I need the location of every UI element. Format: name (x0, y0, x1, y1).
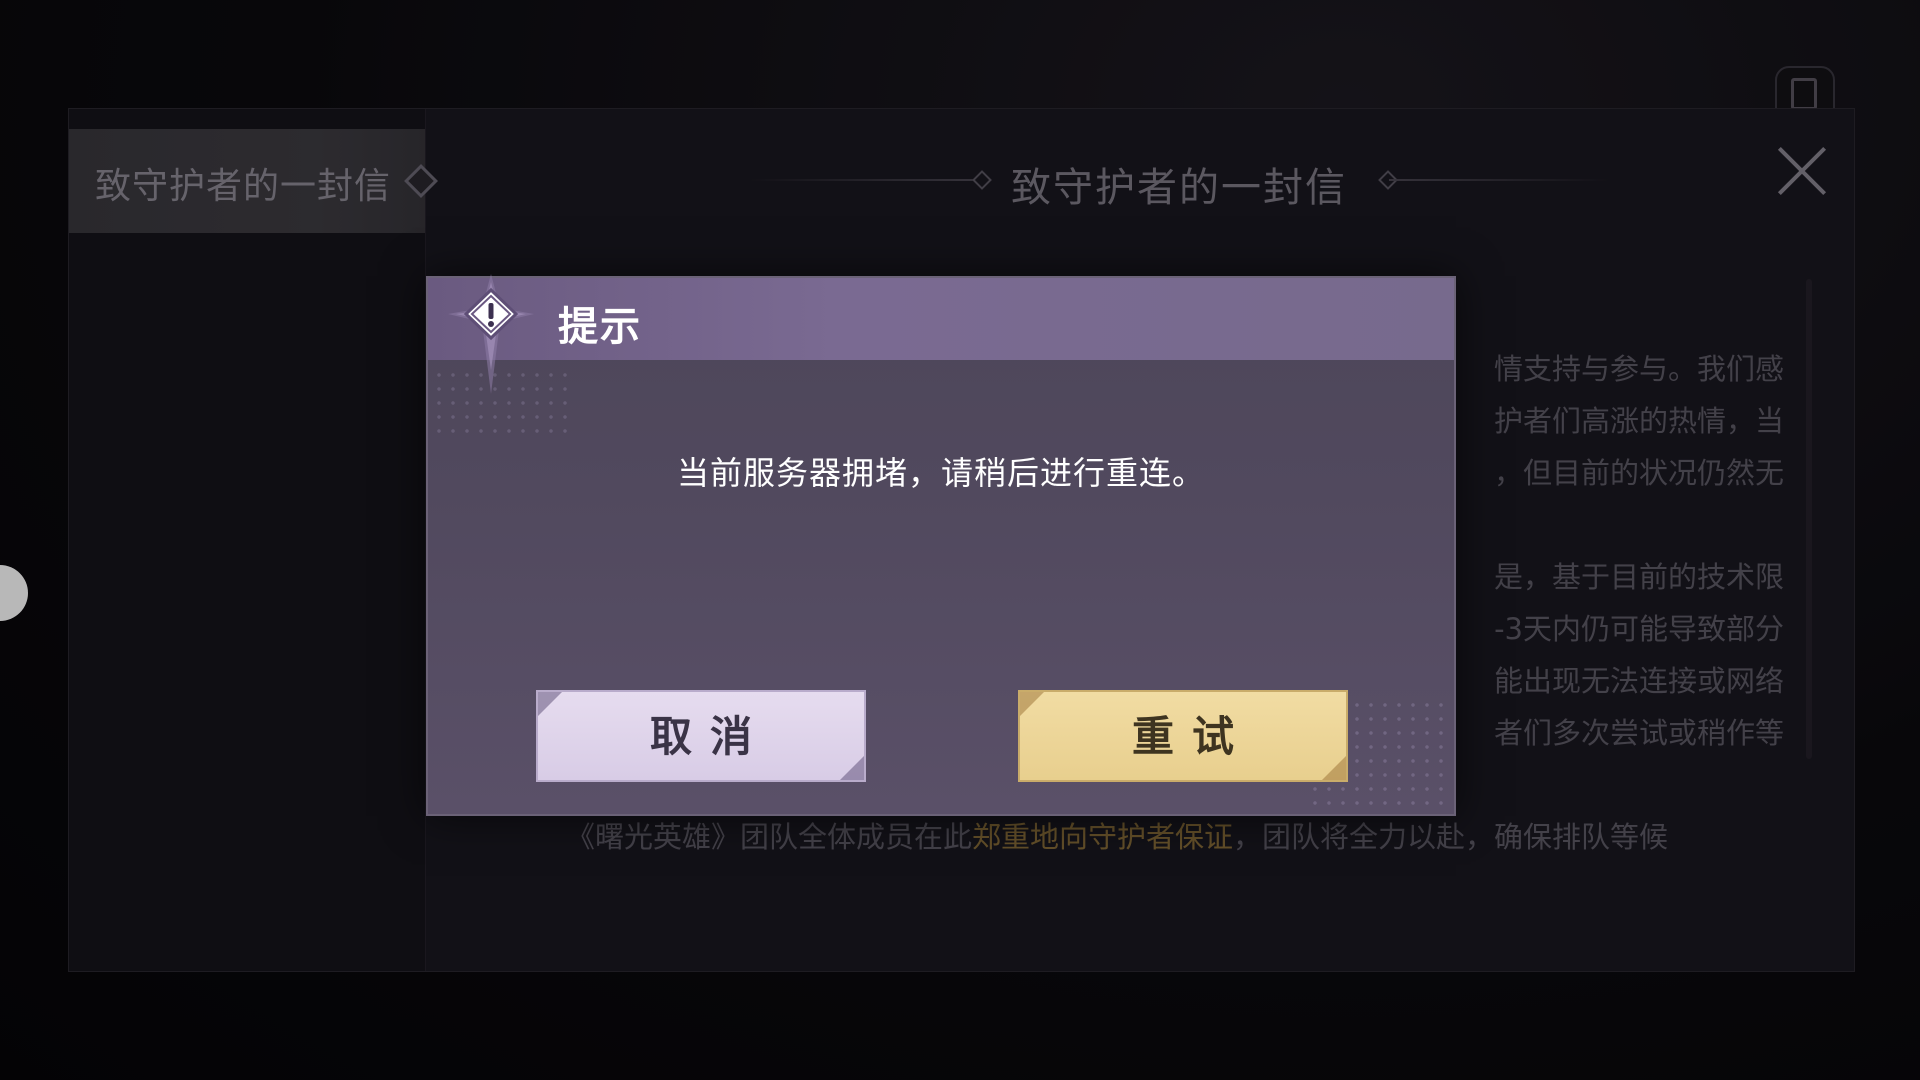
button-corner-decoration (840, 756, 864, 780)
game-screen: 致守护者的一封信 致守护者的一封信 情支持与参与。我们感 护者们高涨的热情，当 ，但… (0, 0, 1920, 1080)
retry-button-label: 重试 (1131, 712, 1252, 761)
button-corner-decoration (1322, 756, 1346, 780)
dialog-title: 提示 (558, 304, 642, 350)
button-corner-decoration (538, 692, 562, 716)
warning-icon (448, 274, 534, 394)
retry-button[interactable]: 重试 (1018, 690, 1348, 782)
cancel-button-label: 取消 (649, 712, 770, 761)
dialog-message: 当前服务器拥堵，请稍后进行重连。 (676, 454, 1205, 492)
cancel-button[interactable]: 取消 (536, 690, 866, 782)
alert-dialog: 提示 当前服务器拥堵，请稍后进行重连。 取消 重试 (426, 274, 1456, 816)
button-corner-decoration (1020, 692, 1044, 716)
